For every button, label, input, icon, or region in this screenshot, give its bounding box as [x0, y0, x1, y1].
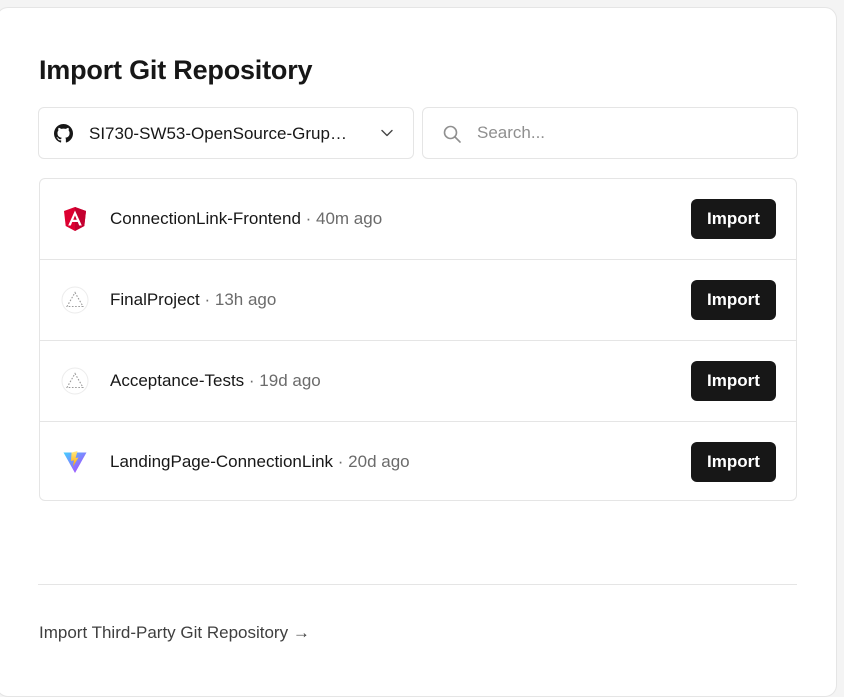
repo-entry-text: Acceptance-Tests · 19d ago: [110, 370, 321, 392]
repo-updated-time: 20d ago: [348, 452, 410, 471]
search-field[interactable]: [422, 107, 798, 159]
vercel-triangle-icon: [61, 286, 89, 314]
repo-name: LandingPage-ConnectionLink: [110, 452, 334, 471]
repo-name: Acceptance-Tests: [110, 371, 245, 390]
repo-row: ConnectionLink-Frontend · 40m ago Import: [40, 179, 796, 260]
repo-row: LandingPage-ConnectionLink · 20d ago Imp…: [40, 422, 796, 500]
repo-separator: ·: [333, 452, 349, 471]
repo-entry-text: ConnectionLink-Frontend · 40m ago: [110, 208, 382, 230]
repo-separator: ·: [199, 290, 215, 309]
import-third-party-link[interactable]: Import Third-Party Git Repository →: [39, 622, 310, 644]
vercel-triangle-icon: [61, 367, 89, 395]
repo-entry-text: LandingPage-ConnectionLink · 20d ago: [110, 451, 410, 473]
repo-updated-time: 40m ago: [316, 209, 383, 228]
search-icon: [443, 125, 461, 143]
github-icon: [54, 124, 73, 143]
repo-updated-time: 13h ago: [214, 290, 277, 309]
page-title: Import Git Repository: [39, 55, 313, 85]
git-scope-select[interactable]: SI730-SW53-OpenSource-Grup…: [38, 107, 414, 159]
repo-separator: ·: [300, 209, 317, 228]
search-input[interactable]: [477, 120, 777, 146]
section-divider: [38, 584, 797, 585]
scope-select-label: SI730-SW53-OpenSource-Grup…: [89, 124, 347, 143]
chevron-down-icon: [381, 129, 393, 137]
import-button[interactable]: Import: [691, 361, 776, 401]
repo-entry-text: FinalProject · 13h ago: [110, 289, 276, 311]
repo-name: ConnectionLink-Frontend: [110, 209, 301, 228]
vite-icon: [63, 451, 87, 473]
import-button[interactable]: Import: [691, 199, 776, 239]
repository-list: ConnectionLink-Frontend · 40m ago Import…: [39, 178, 797, 501]
angular-icon: [64, 207, 86, 231]
import-button[interactable]: Import: [691, 280, 776, 320]
repo-name: FinalProject: [110, 290, 200, 309]
repo-row: FinalProject · 13h ago Import: [40, 260, 796, 341]
repo-separator: ·: [244, 371, 260, 390]
import-button[interactable]: Import: [691, 442, 776, 482]
repo-row: Acceptance-Tests · 19d ago Import: [40, 341, 796, 422]
repo-updated-time: 19d ago: [259, 371, 321, 390]
